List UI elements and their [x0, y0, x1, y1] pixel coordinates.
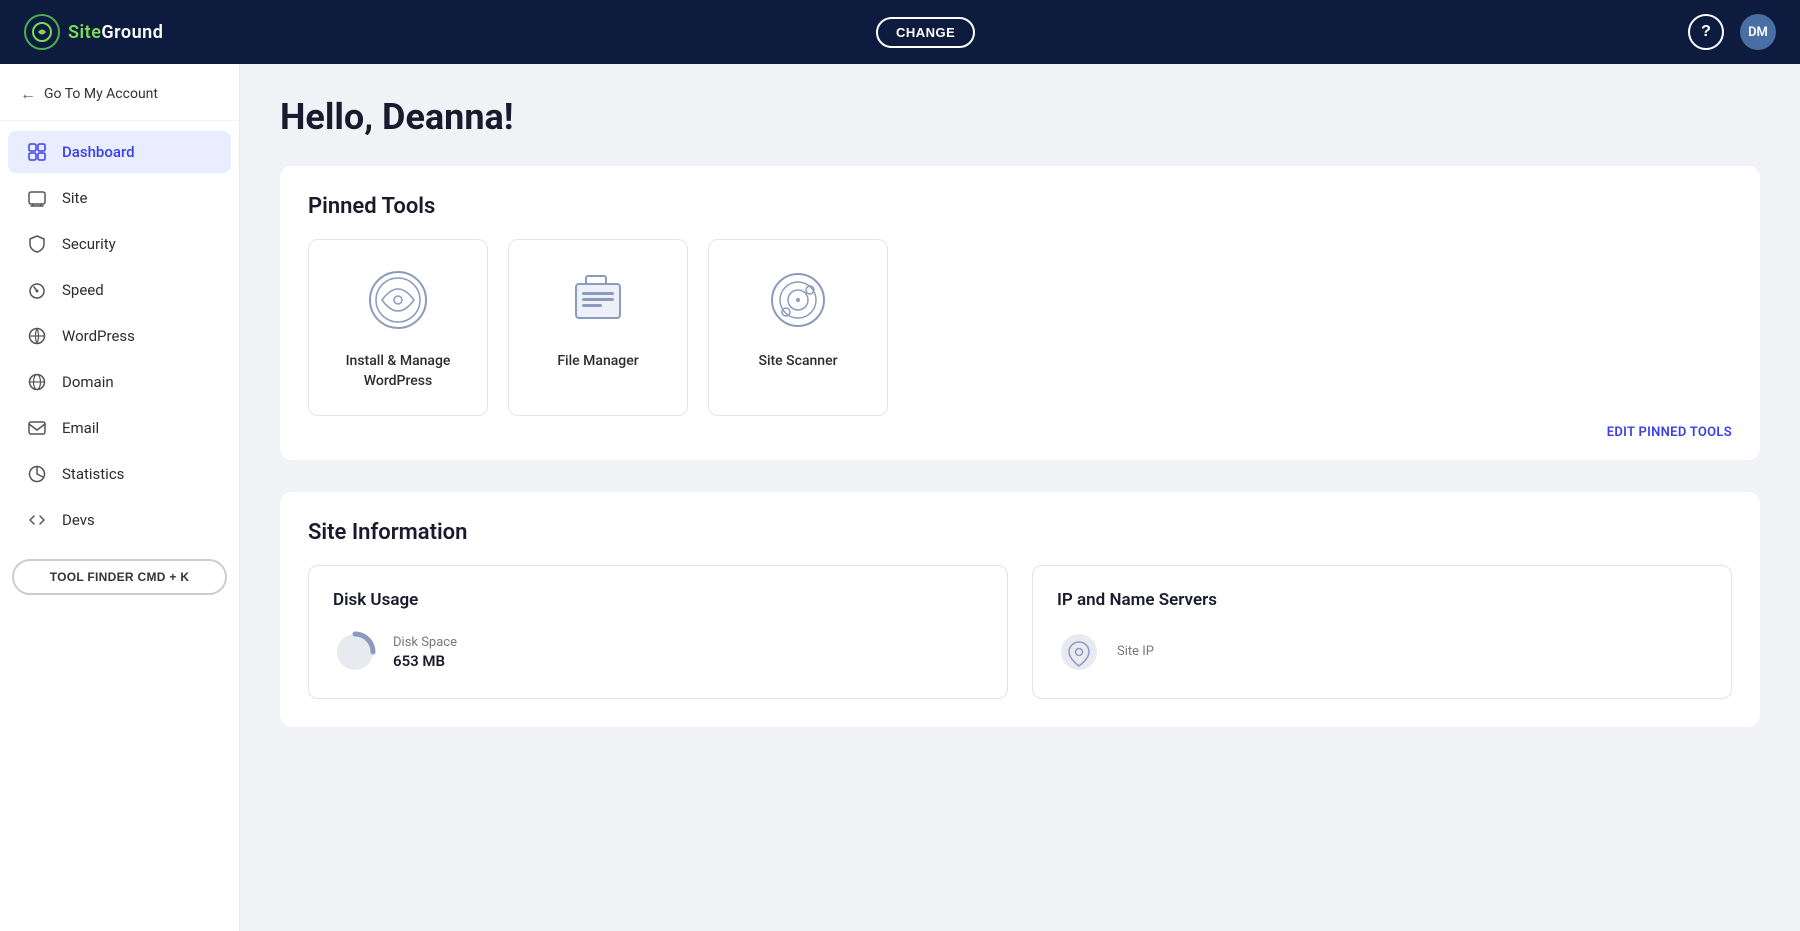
disk-usage-title: Disk Usage [333, 590, 983, 610]
sidebar-item-dashboard[interactable]: Dashboard [8, 131, 231, 173]
sidebar-item-label: Domain [62, 373, 114, 391]
speed-icon [28, 281, 50, 299]
topnav-right: ? DM [1688, 14, 1776, 50]
site-ip-icon [1057, 630, 1101, 674]
tool-finder-container: TOOL FINDER CMD + K [12, 559, 227, 595]
disk-space-value: 653 MB [393, 652, 457, 670]
sidebar: ← Go To My Account Dashboard Site Securi… [0, 64, 240, 931]
logo-icon [24, 14, 60, 50]
sidebar-item-label: WordPress [62, 327, 135, 345]
file-manager-tool-icon [562, 264, 634, 336]
tool-card-site-scanner[interactable]: Site Scanner [708, 239, 888, 416]
edit-pinned-tools-link[interactable]: EDIT PINNED TOOLS [1607, 425, 1732, 440]
disk-space-label: Disk Space [393, 635, 457, 650]
sidebar-item-label: Devs [62, 511, 95, 529]
wordpress-icon [28, 327, 50, 345]
sidebar-item-speed[interactable]: Speed [8, 269, 231, 311]
tool-card-wordpress[interactable]: Install & Manage WordPress [308, 239, 488, 416]
sidebar-item-site[interactable]: Site [8, 177, 231, 219]
tool-card-label: File Manager [557, 352, 638, 372]
tool-card-file-manager[interactable]: File Manager [508, 239, 688, 416]
avatar[interactable]: DM [1740, 14, 1776, 50]
site-info-title: Site Information [308, 520, 1732, 545]
disk-space-row: Disk Space 653 MB [333, 630, 983, 674]
sidebar-item-security[interactable]: Security [8, 223, 231, 265]
main-content: Hello, Deanna! Pinned Tools Install & M [240, 64, 1800, 931]
back-arrow-icon: ← [20, 84, 36, 104]
email-icon [28, 419, 50, 437]
sidebar-item-label: Dashboard [62, 143, 135, 161]
wordpress-tool-icon [362, 264, 434, 336]
sidebar-item-email[interactable]: Email [8, 407, 231, 449]
sidebar-item-devs[interactable]: Devs [8, 499, 231, 541]
site-information-section: Site Information Disk Usage Disk Spa [280, 492, 1760, 727]
logo: SiteGround [24, 14, 163, 50]
logo-text: SiteGround [68, 22, 163, 43]
page-title: Hello, Deanna! [280, 96, 1760, 138]
domain-icon [28, 373, 50, 391]
sidebar-item-label: Security [62, 235, 116, 253]
devs-icon [28, 511, 50, 529]
sidebar-item-label: Speed [62, 281, 104, 299]
ip-servers-card: IP and Name Servers Site IP [1032, 565, 1732, 699]
sidebar-item-label: Email [62, 419, 99, 437]
change-button[interactable]: CHANGE [876, 17, 975, 48]
sidebar-item-domain[interactable]: Domain [8, 361, 231, 403]
pinned-tools-grid: Install & Manage WordPress File Manager [308, 239, 1732, 416]
pinned-tools-title: Pinned Tools [308, 194, 1732, 219]
sidebar-item-statistics[interactable]: Statistics [8, 453, 231, 495]
tool-card-label: Site Scanner [758, 352, 837, 372]
site-icon [28, 189, 50, 207]
ip-servers-title: IP and Name Servers [1057, 590, 1707, 610]
security-icon [28, 235, 50, 253]
disk-usage-card: Disk Usage Disk Space 653 MB [308, 565, 1008, 699]
top-navigation: SiteGround CHANGE ? DM [0, 0, 1800, 64]
back-link-label: Go To My Account [44, 86, 158, 102]
help-button[interactable]: ? [1688, 14, 1724, 50]
tool-finder-button[interactable]: TOOL FINDER CMD + K [12, 559, 227, 595]
disk-space-info: Disk Space 653 MB [393, 635, 457, 670]
pinned-tools-section: Pinned Tools Install & Manage WordPress [280, 166, 1760, 460]
sidebar-item-label: Site [62, 189, 87, 207]
site-scanner-tool-icon [762, 264, 834, 336]
site-ip-info: Site IP [1117, 644, 1154, 661]
sidebar-item-label: Statistics [62, 465, 124, 483]
layout: ← Go To My Account Dashboard Site Securi… [0, 64, 1800, 931]
site-info-grid: Disk Usage Disk Space 653 MB [308, 565, 1732, 699]
dashboard-icon [28, 143, 50, 161]
site-ip-label: Site IP [1117, 644, 1154, 659]
sidebar-item-wordpress[interactable]: WordPress [8, 315, 231, 357]
go-to-account-link[interactable]: ← Go To My Account [0, 64, 239, 121]
tool-card-label: Install & Manage WordPress [325, 352, 471, 391]
disk-space-chart-icon [333, 630, 377, 674]
site-ip-row: Site IP [1057, 630, 1707, 674]
statistics-icon [28, 465, 50, 483]
